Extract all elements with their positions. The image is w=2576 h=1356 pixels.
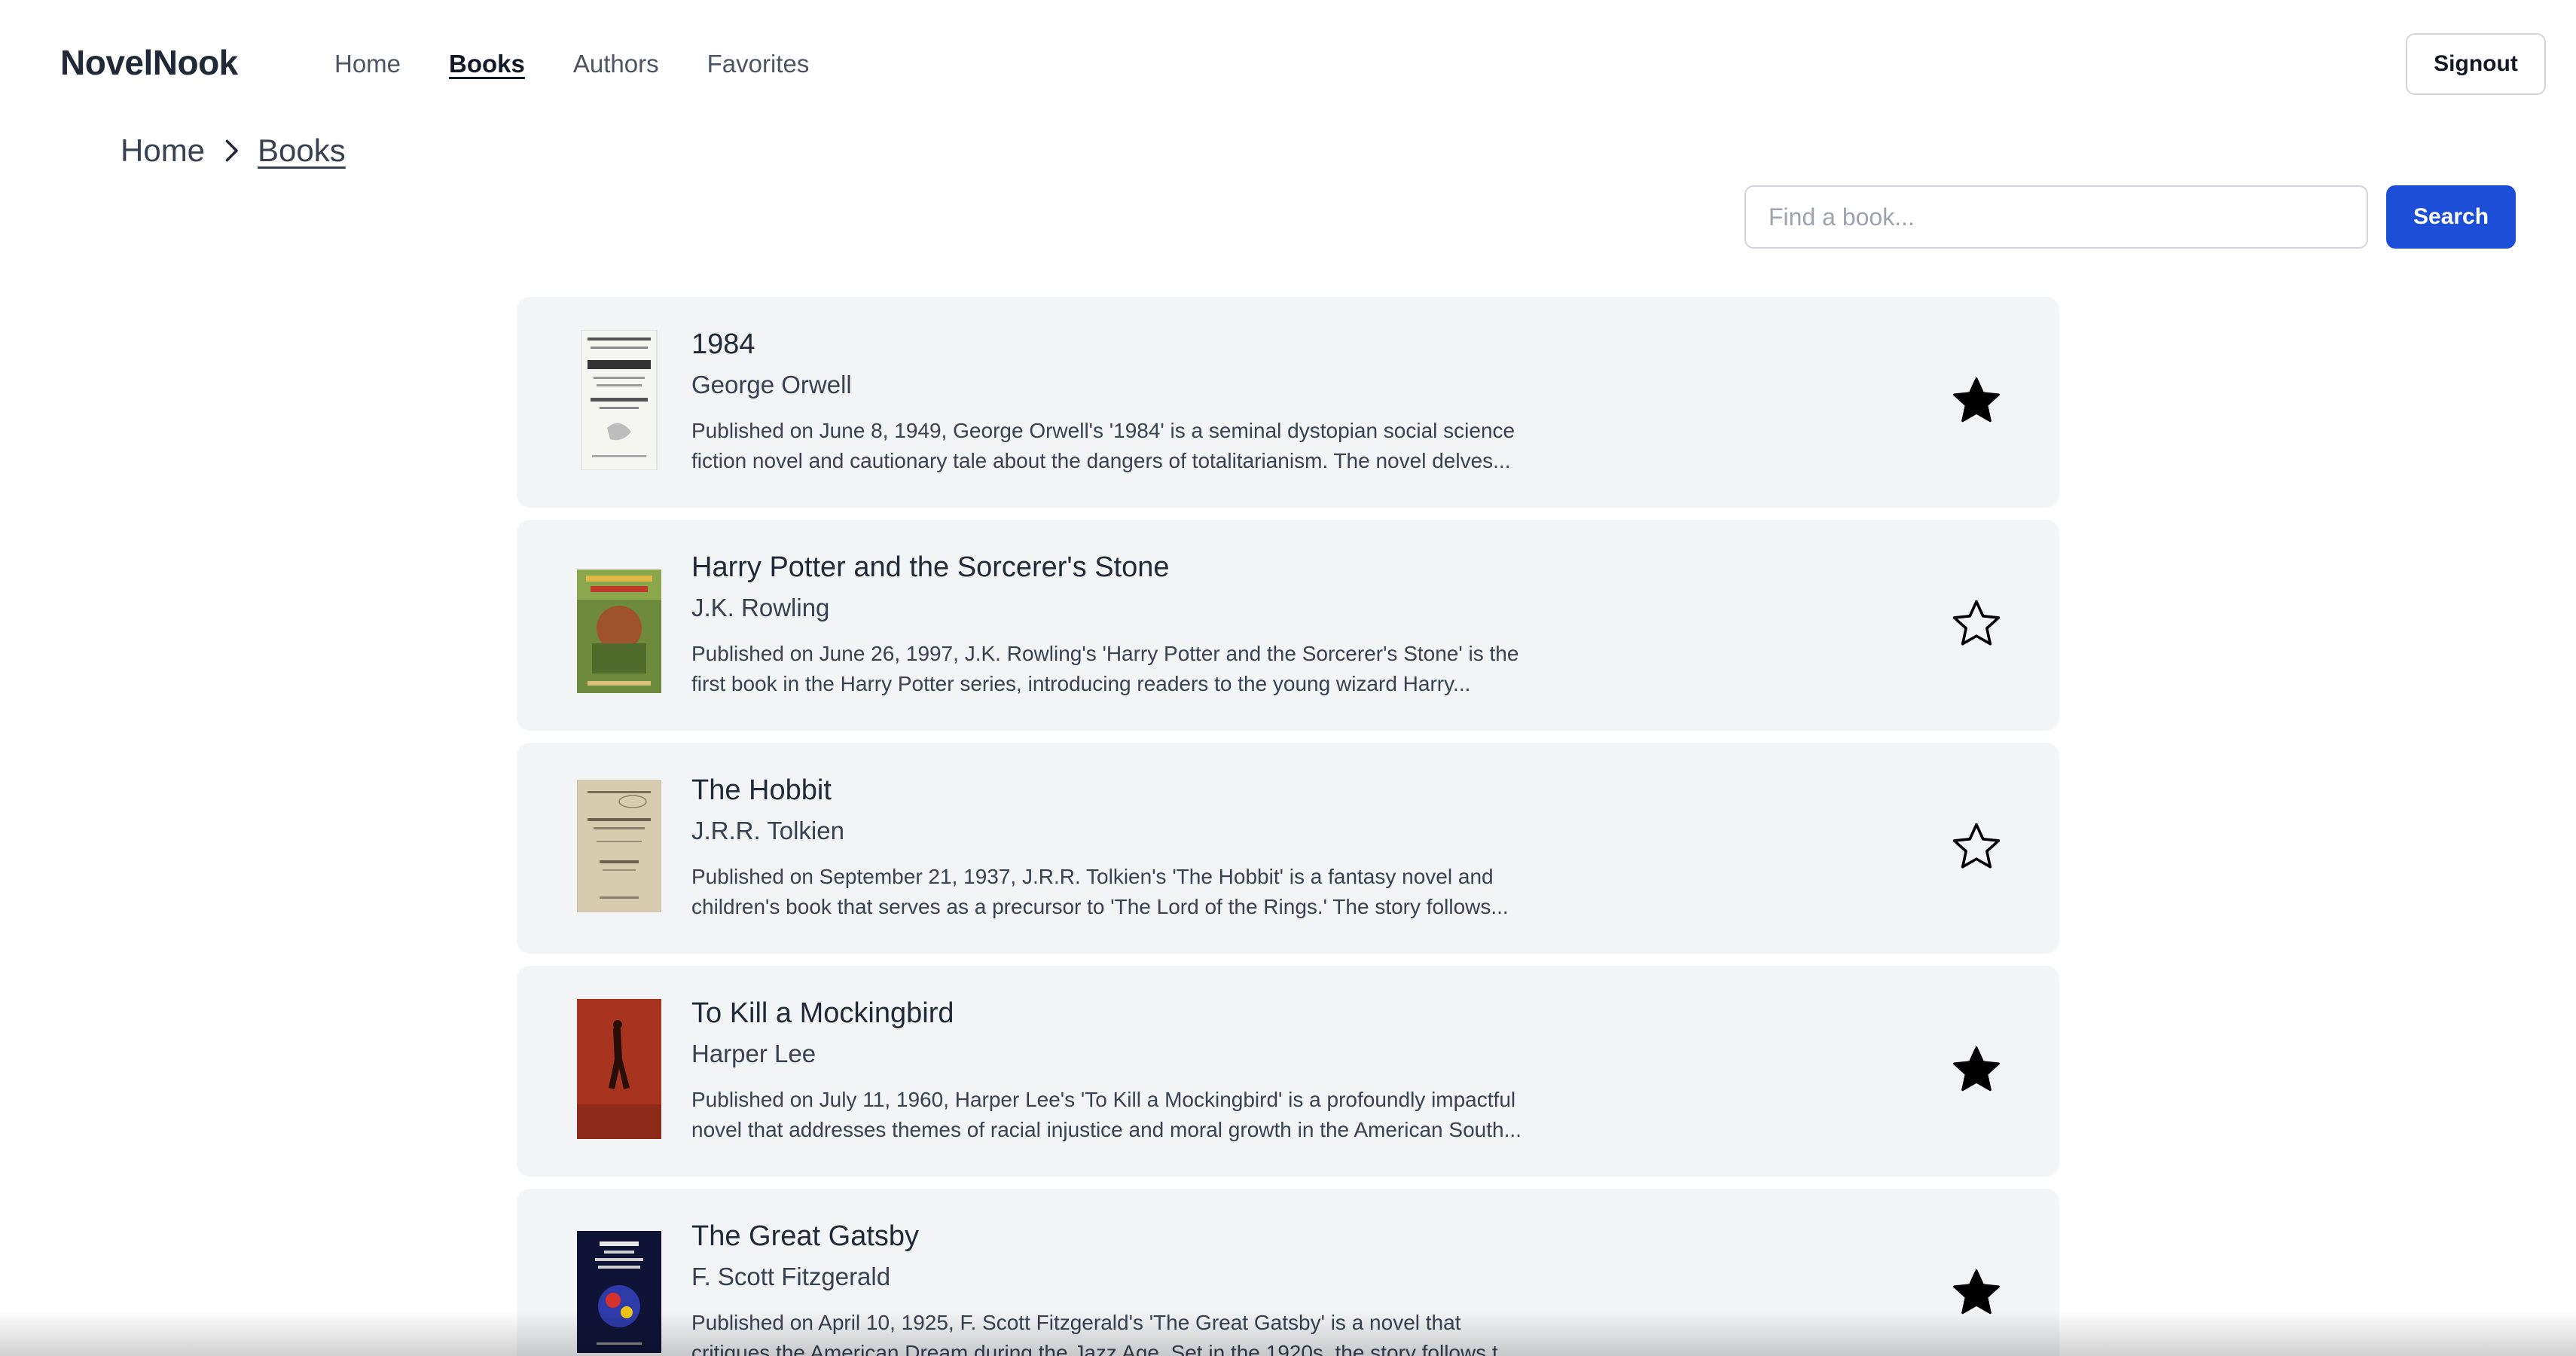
book-card[interactable]: Harry Potter and the Sorcerer's Stone J.… [517,520,2059,731]
star-outline-icon [1952,600,2001,646]
nav-item-books[interactable]: Books [449,50,525,78]
book-title[interactable]: 1984 [691,328,755,361]
book-author: Harper Lee [691,1040,816,1067]
book-cover[interactable] [577,1222,661,1356]
book-title[interactable]: The Hobbit [691,774,832,807]
book-description-line: novel that addresses themes of racial in… [691,1118,1521,1141]
page: NovelNook Home Books Authors Favorites S… [0,0,2576,1356]
search-button[interactable]: Search [2386,185,2516,249]
book-description-line: Published on June 8, 1949, George Orwell… [691,419,1515,442]
book-description-line: children's book that serves as a precurs… [691,895,1509,918]
star-filled-icon [1953,377,2000,423]
book-description: Published on April 10, 1925, F. Scott Fi… [691,1308,1565,1356]
book-description-line: first book in the Harry Potter series, i… [691,672,1471,695]
book-author: J.R.R. Tolkien [691,817,844,844]
book-title[interactable]: To Kill a Mockingbird [691,997,954,1030]
star-filled-icon [1953,1046,2000,1092]
breadcrumb-current[interactable]: Books [258,133,346,169]
book-author: F. Scott Fitzgerald [691,1263,891,1290]
breadcrumb-home[interactable]: Home [121,133,205,169]
book-title[interactable]: The Great Gatsby [691,1220,919,1253]
book-card[interactable]: The Hobbit J.R.R. Tolkien Published on S… [517,743,2059,954]
book-cover[interactable] [577,330,661,470]
chevron-right-icon [218,138,244,163]
book-description-line: Published on September 21, 1937, J.R.R. … [691,865,1494,888]
book-cover[interactable] [577,553,661,693]
nav-item-home[interactable]: Home [334,50,401,78]
nav-item-favorites[interactable]: Favorites [707,50,810,78]
favorite-toggle[interactable] [1948,1264,2005,1321]
book-list: 1984 George Orwell Published on June 8, … [517,297,2059,1356]
book-description: Published on September 21, 1937, J.R.R. … [691,862,1565,922]
book-cover[interactable] [577,999,661,1139]
nav-item-authors[interactable]: Authors [573,50,659,78]
book-title[interactable]: Harry Potter and the Sorcerer's Stone [691,551,1170,584]
book-description-line: critiques the American Dream during the … [691,1341,1516,1356]
search-input[interactable] [1744,185,2368,249]
main-nav: Home Books Authors Favorites [334,50,809,78]
book-card[interactable]: The Great Gatsby F. Scott Fitzgerald Pub… [517,1189,2059,1356]
book-description-line: Published on April 10, 1925, F. Scott Fi… [691,1311,1461,1334]
book-description: Published on June 8, 1949, George Orwell… [691,416,1565,476]
book-cover[interactable] [577,776,661,916]
breadcrumb: Home Books [121,133,346,169]
brand-logo[interactable]: NovelNook [60,42,238,83]
book-author: J.K. Rowling [691,594,830,622]
favorite-toggle[interactable] [1948,372,2005,429]
star-filled-icon [1953,1269,2000,1315]
book-description-line: Published on June 26, 1997, J.K. Rowling… [691,642,1519,665]
favorite-toggle[interactable] [1948,818,2005,875]
favorite-toggle[interactable] [1948,595,2005,652]
book-card[interactable]: 1984 George Orwell Published on June 8, … [517,297,2059,508]
signout-button[interactable]: Signout [2406,33,2546,95]
book-card[interactable]: To Kill a Mockingbird Harper Lee Publish… [517,966,2059,1177]
book-description: Published on June 26, 1997, J.K. Rowling… [691,639,1565,699]
book-description-line: Published on July 11, 1960, Harper Lee's… [691,1088,1516,1111]
star-outline-icon [1952,823,2001,869]
book-author: George Orwell [691,371,852,399]
favorite-toggle[interactable] [1948,1041,2005,1098]
book-description: Published on July 11, 1960, Harper Lee's… [691,1085,1565,1145]
book-description-line: fiction novel and cautionary tale about … [691,449,1511,472]
